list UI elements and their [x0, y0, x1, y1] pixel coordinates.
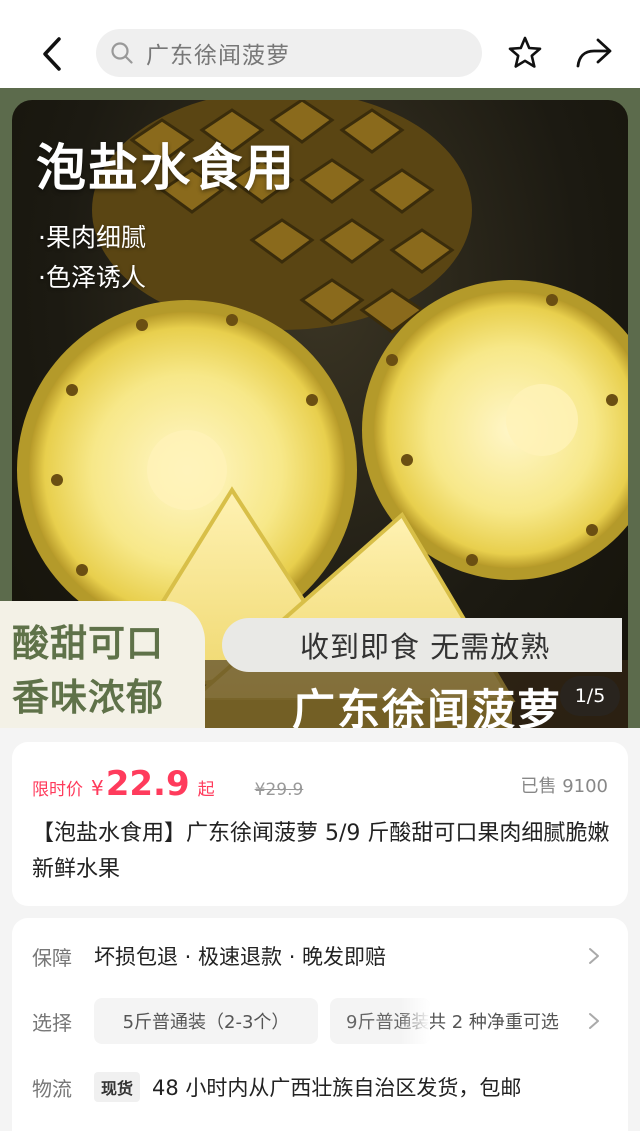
price-card: 限时价 ¥ 22.9 起 ¥29.9 已售 9100 【泡盐水食用】广东徐闻菠萝…: [12, 742, 628, 906]
guarantee-label: 保障: [32, 945, 72, 970]
price-suffix: 起: [197, 780, 215, 800]
carousel-page-indicator: 1/5: [560, 676, 620, 716]
taste-badge-line: 酸甜可口: [12, 622, 164, 665]
hero-bullet: ·果肉细腻: [38, 223, 146, 252]
ready-to-eat-text: 收到即食 无需放熟: [300, 630, 551, 664]
taste-badge-line: 香味浓郁: [12, 676, 164, 719]
search-bar[interactable]: 广东徐闻菠萝: [96, 29, 482, 77]
in-stock-badge: 现货: [94, 1072, 141, 1102]
hero-title: 泡盐水食用: [36, 139, 296, 197]
top-nav-bar: 广东徐闻菠萝: [0, 0, 640, 88]
guarantee-row[interactable]: 保障 坏损包退 · 极速退款 · 晚发即赔: [32, 940, 386, 972]
service-info-card: 保障 坏损包退 · 极速退款 · 晚发即赔 选择 5斤普通装（2-3个） 9斤普…: [12, 918, 628, 1131]
price-value: 22.9: [105, 764, 190, 804]
chevron-right-icon[interactable]: [586, 946, 602, 966]
star-icon: [508, 36, 542, 68]
share-button[interactable]: [572, 33, 616, 73]
spec-select-row[interactable]: 选择 5斤普通装（2-3个） 9斤普通装 共 2 种净重可选: [32, 998, 559, 1044]
logistics-row[interactable]: 物流 现货 48 小时内从广西壮族自治区发货，包邮: [32, 1070, 521, 1104]
spec-option[interactable]: 9斤普通装: [330, 998, 430, 1044]
price-row: 限时价 ¥ 22.9 起 ¥29.9: [32, 764, 303, 804]
search-icon: [108, 39, 136, 67]
favorite-button[interactable]: [505, 33, 545, 73]
chevron-right-icon[interactable]: [586, 1011, 602, 1031]
sold-count: 已售 9100: [520, 776, 608, 797]
select-label: 选择: [32, 1010, 72, 1035]
search-query-text: 广东徐闻菠萝: [146, 43, 290, 69]
logistics-text: 48 小时内从广西壮族自治区发货，包邮: [152, 1076, 522, 1100]
spec-option[interactable]: 5斤普通装（2-3个）: [94, 998, 318, 1044]
guarantee-text: 坏损包退 · 极速退款 · 晚发即赔: [94, 945, 387, 969]
product-image-carousel[interactable]: 泡盐水食用 ·果肉细腻 ·色泽诱人 酸甜可口 香味浓郁 收到即食 无需放熟 广东…: [0, 88, 640, 728]
original-price: ¥29.9: [254, 780, 304, 800]
logistics-label: 物流: [32, 1076, 72, 1101]
hero-bullet: ·色泽诱人: [38, 263, 146, 292]
taste-badge: 酸甜可口 香味浓郁: [0, 601, 205, 728]
back-button[interactable]: [32, 34, 72, 74]
limited-price-tag: 限时价: [32, 780, 83, 800]
chevron-left-icon: [43, 37, 61, 71]
share-icon: [576, 38, 612, 68]
price-currency: ¥: [91, 776, 104, 800]
product-title: 【泡盐水食用】广东徐闻菠萝 5/9 斤酸甜可口果肉细腻脆嫩新鲜水果: [32, 821, 610, 882]
spec-count: 共 2 种净重可选: [428, 1012, 559, 1033]
hero-product-name: 广东徐闻菠萝: [292, 686, 562, 728]
